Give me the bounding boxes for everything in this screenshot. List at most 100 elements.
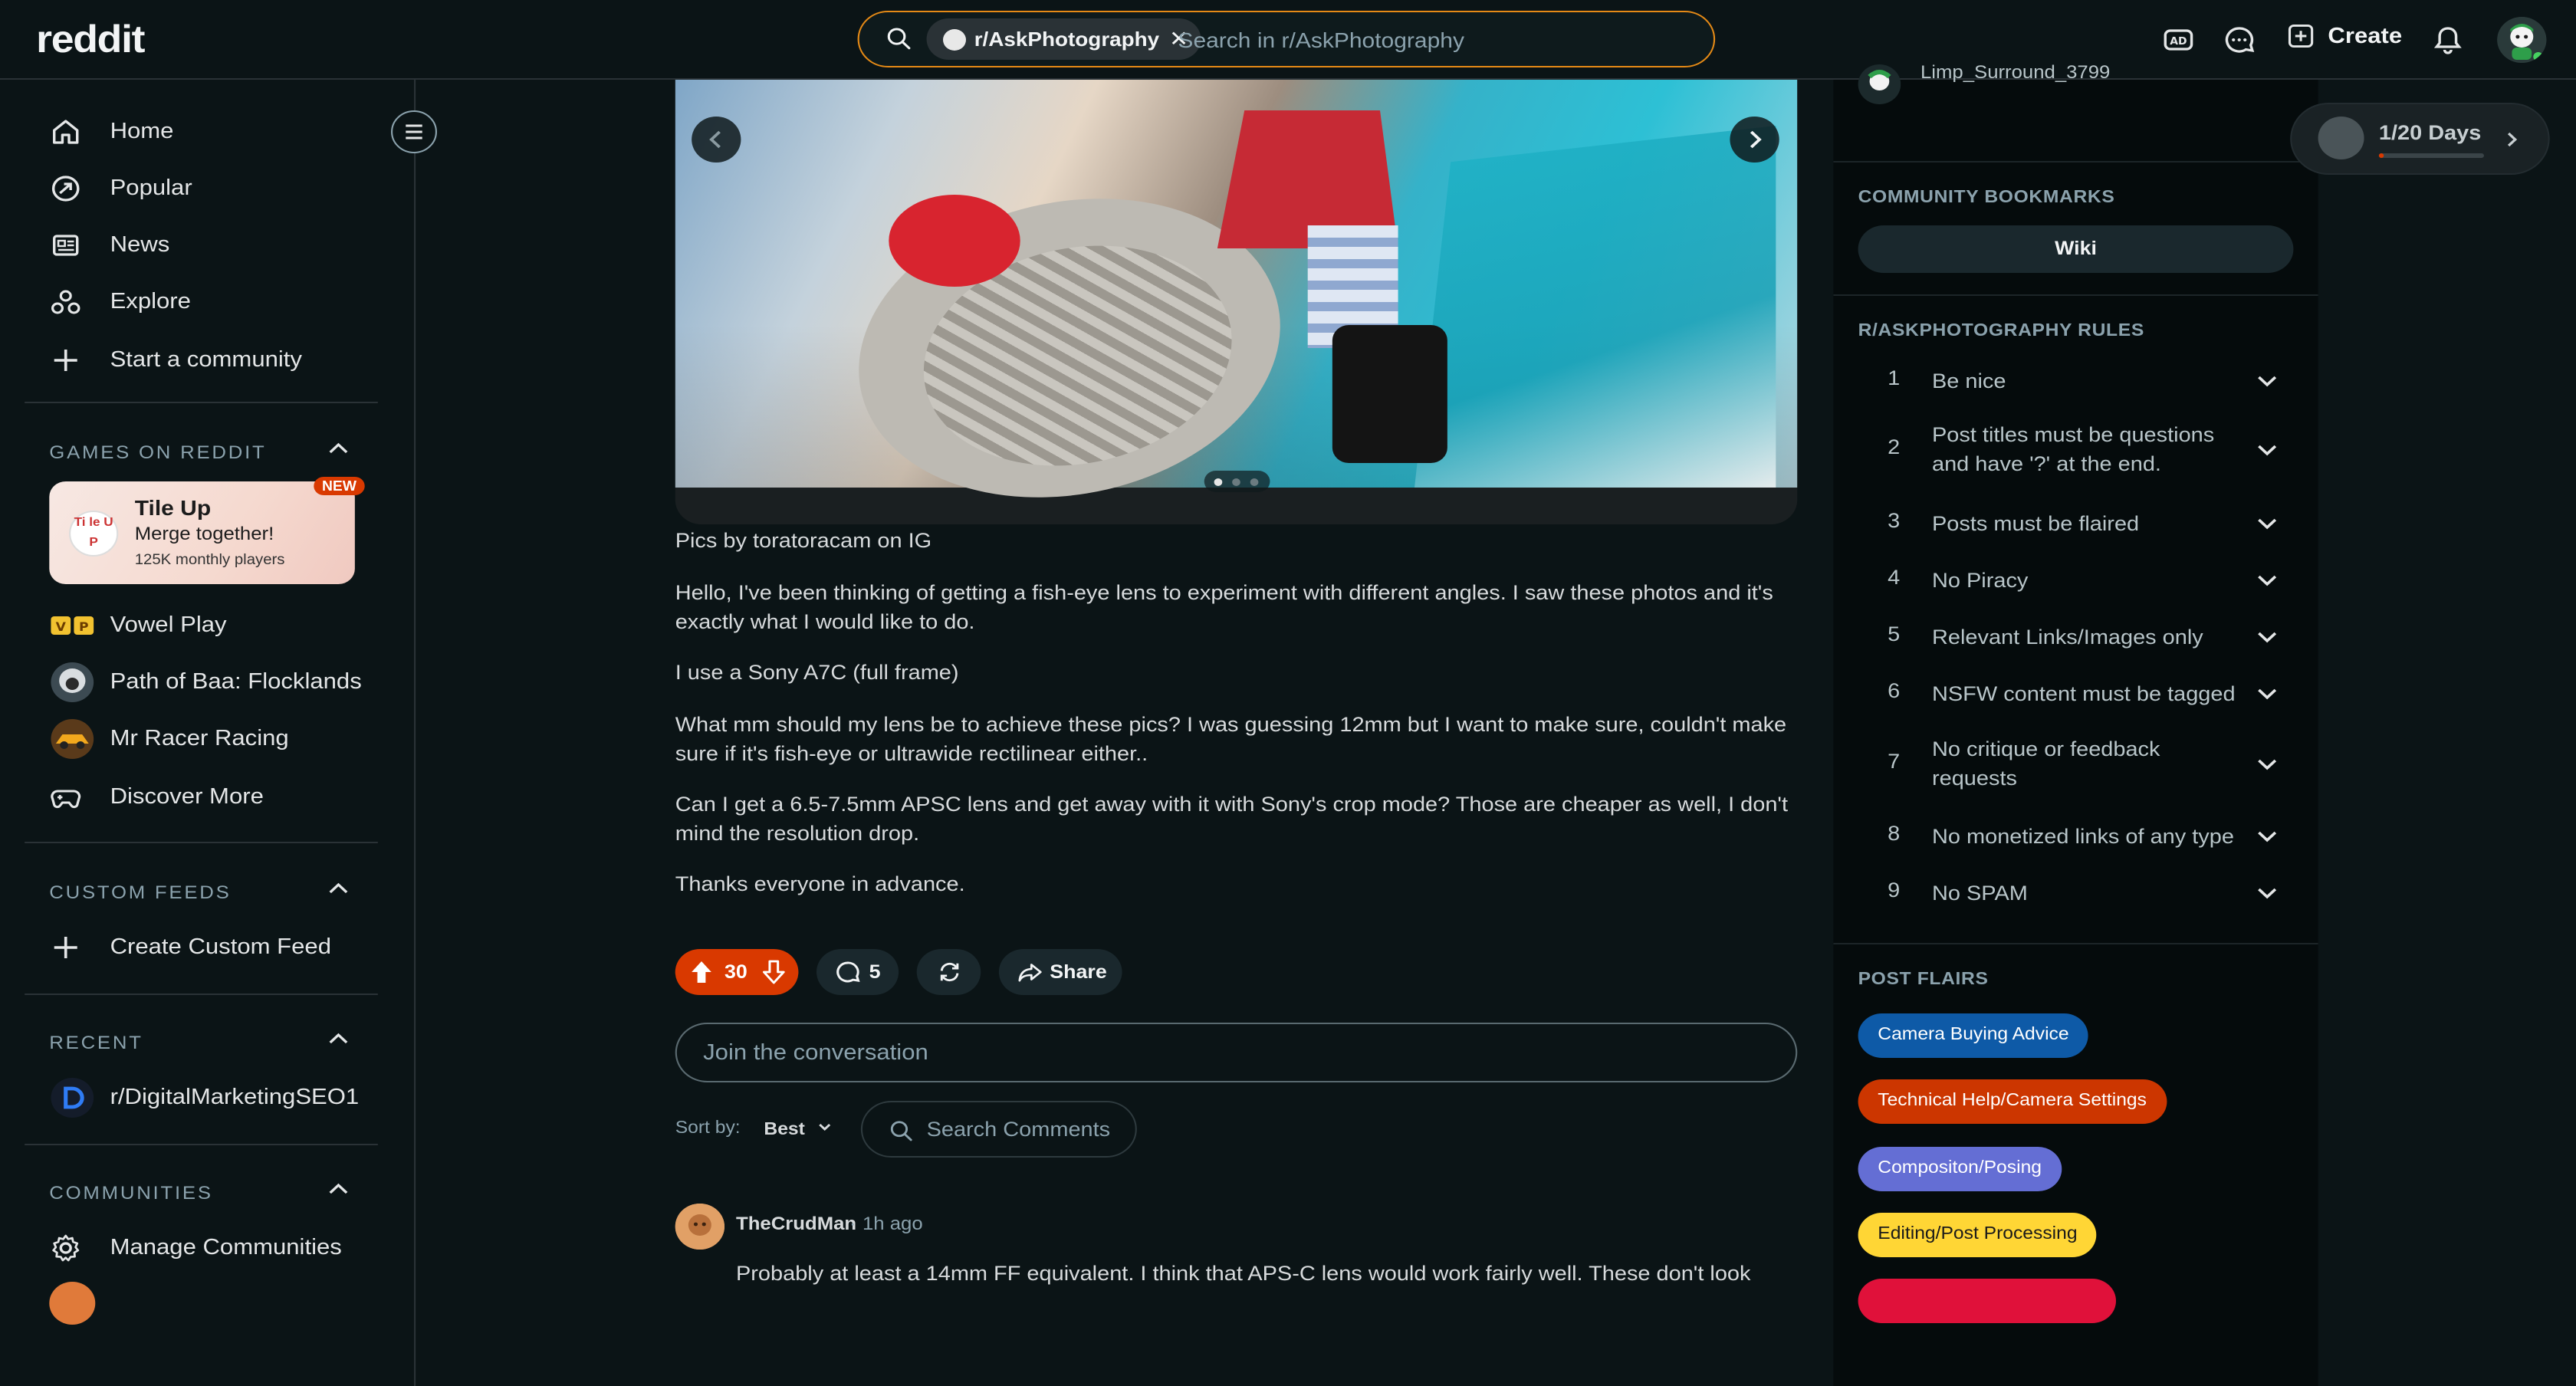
image-carousel[interactable] xyxy=(675,80,1798,524)
carousel-next-button[interactable] xyxy=(1730,117,1779,163)
manage-communities[interactable]: Manage Communities xyxy=(49,1230,342,1266)
rule-text: No monetized links of any type xyxy=(1932,825,2234,848)
discover-more-label: Discover More xyxy=(110,785,264,810)
games-section-title[interactable]: GAMES ON REDDIT xyxy=(49,442,266,463)
upvote-icon[interactable] xyxy=(690,960,713,984)
rule-item[interactable]: 9 No SPAM xyxy=(1858,877,2294,908)
nav-popular[interactable]: Popular xyxy=(49,170,192,207)
flair-more[interactable] xyxy=(1858,1279,2116,1323)
rule-item[interactable]: 3 Posts must be flaired xyxy=(1858,507,2294,538)
rule-number: 8 xyxy=(1888,822,1901,845)
moderator-row[interactable]: Limp_Surround_3799 xyxy=(1858,61,2187,110)
discover-more[interactable]: Discover More xyxy=(49,779,264,816)
collapse-sidebar-button[interactable] xyxy=(390,110,437,153)
svg-text:AD: AD xyxy=(2170,35,2187,47)
recent-item-label: r/DigitalMarketingSEO1 xyxy=(110,1085,360,1110)
chevron-down-icon xyxy=(2258,831,2277,842)
rule-text: No critique or feedback requests xyxy=(1932,737,2160,790)
search-comments-input[interactable]: Search Comments xyxy=(860,1101,1137,1158)
join-conversation-input[interactable]: Join the conversation xyxy=(675,1023,1798,1082)
nav-news[interactable]: News xyxy=(49,227,169,264)
community-avatar[interactable] xyxy=(49,1282,96,1325)
rule-text: Relevant Links/Images only xyxy=(1932,626,2203,649)
game-vowel-play[interactable]: VP Vowel Play xyxy=(49,607,227,644)
post-photo[interactable] xyxy=(675,80,1798,524)
post-paragraph: What mm should my lens be to achieve the… xyxy=(675,713,1787,765)
manage-communities-label: Manage Communities xyxy=(110,1236,342,1260)
carousel-dot[interactable] xyxy=(1232,478,1240,486)
share-button[interactable]: Share xyxy=(998,949,1122,995)
rule-item[interactable]: 4 No Piracy xyxy=(1858,564,2294,595)
nav-home[interactable]: Home xyxy=(49,113,173,150)
flair-editing-post-processing[interactable]: Editing/Post Processing xyxy=(1858,1213,2098,1257)
recent-item[interactable]: r/DigitalMarketingSEO1 xyxy=(49,1078,360,1118)
carousel-dot[interactable] xyxy=(1214,478,1223,486)
rule-item[interactable]: 1 Be nice xyxy=(1858,365,2294,396)
nav-home-label: Home xyxy=(110,120,174,144)
rule-item[interactable]: 7 No critique or feedback requests xyxy=(1858,734,2294,796)
rule-item[interactable]: 8 No monetized links of any type xyxy=(1858,820,2294,851)
search-comments-placeholder: Search Comments xyxy=(926,1118,1111,1141)
create-button[interactable]: Create xyxy=(2287,23,2402,49)
comment-author[interactable]: TheCrudMan xyxy=(736,1213,856,1234)
vowel-play-icon: VP xyxy=(51,616,94,635)
photo-boot xyxy=(1332,325,1447,463)
advertise-icon[interactable]: AD xyxy=(2162,25,2195,55)
nav-explore[interactable]: Explore xyxy=(49,284,191,320)
flair-camera-buying-advice[interactable]: Camera Buying Advice xyxy=(1858,1013,2089,1058)
popular-icon xyxy=(51,176,80,202)
custom-feeds-title[interactable]: CUSTOM FEEDS xyxy=(49,882,231,903)
comment-avatar[interactable] xyxy=(675,1204,724,1250)
streak-progress-bar xyxy=(2378,153,2484,158)
new-badge: NEW xyxy=(314,477,365,495)
search-scope-chip[interactable]: r/AskPhotography ✕ xyxy=(926,18,1202,60)
communities-title[interactable]: COMMUNITIES xyxy=(49,1182,213,1204)
search-placeholder[interactable]: Search in r/AskPhotography xyxy=(1178,28,1464,52)
comments-button[interactable]: 5 xyxy=(816,949,899,995)
chevron-up-icon[interactable] xyxy=(327,879,350,900)
bell-icon[interactable] xyxy=(2431,25,2464,55)
game-path-of-baa[interactable]: Path of Baa: Flocklands xyxy=(49,662,362,702)
featured-game-card[interactable]: Ti le U P Tile Up Merge together! 125K m… xyxy=(49,477,365,584)
carousel-dot[interactable] xyxy=(1250,478,1259,486)
user-avatar[interactable] xyxy=(2497,17,2547,63)
create-custom-feed[interactable]: Create Custom Feed xyxy=(49,929,331,966)
downvote-icon[interactable] xyxy=(762,960,785,984)
game-title: Tile Up xyxy=(134,495,212,520)
rule-text: Post titles must be questions and have '… xyxy=(1932,423,2215,475)
rule-item[interactable]: 2 Post titles must be questions and have… xyxy=(1858,420,2294,481)
snoo-avatar-icon xyxy=(675,1204,724,1250)
sort-label: Sort by: xyxy=(675,1119,741,1138)
top-header: reddit r/AskPhotography ✕ Search in r/As… xyxy=(0,0,2576,80)
game-label: Vowel Play xyxy=(110,613,227,638)
photo-red-strap xyxy=(889,195,1020,287)
rule-item[interactable]: 5 Relevant Links/Images only xyxy=(1858,621,2294,652)
share-icon xyxy=(1018,964,1042,982)
flair-composition-posing[interactable]: Compositon/Posing xyxy=(1858,1147,2062,1191)
achievement-streak-widget[interactable]: 1/20 Days xyxy=(2290,103,2550,175)
rule-item[interactable]: 6 NSFW content must be tagged xyxy=(1858,678,2294,708)
user-avatar-icon xyxy=(1858,64,1901,104)
wiki-button[interactable]: Wiki xyxy=(1858,225,2294,273)
right-sidebar: Limp_Surround_3799 COMMUNITY BOOKMARKS W… xyxy=(1833,61,2318,1386)
chat-icon[interactable] xyxy=(2223,25,2256,55)
chevron-up-icon[interactable] xyxy=(327,1179,350,1200)
rule-text: No SPAM xyxy=(1932,882,2028,905)
bookmarks-title: COMMUNITY BOOKMARKS xyxy=(1858,189,2115,207)
game-mr-racer[interactable]: Mr Racer Racing xyxy=(49,719,289,759)
flair-technical-help[interactable]: Technical Help/Camera Settings xyxy=(1858,1079,2167,1124)
sort-dropdown[interactable]: Best xyxy=(764,1119,833,1139)
search-scope-label: r/AskPhotography xyxy=(974,28,1160,51)
carousel-dots xyxy=(1204,471,1270,492)
chevron-up-icon[interactable] xyxy=(327,438,350,460)
reddit-logo[interactable]: reddit xyxy=(36,18,145,63)
recent-title[interactable]: RECENT xyxy=(49,1032,143,1053)
share-label: Share xyxy=(1050,961,1107,983)
chevron-up-icon[interactable] xyxy=(327,1029,350,1050)
plus-icon xyxy=(54,937,77,958)
crosspost-button[interactable] xyxy=(916,949,981,995)
search-bar[interactable]: r/AskPhotography ✕ Search in r/AskPhotog… xyxy=(857,11,1716,67)
carousel-prev-button[interactable] xyxy=(692,117,741,163)
chevron-down-icon xyxy=(819,1124,831,1131)
nav-start-community[interactable]: Start a community xyxy=(49,342,302,379)
